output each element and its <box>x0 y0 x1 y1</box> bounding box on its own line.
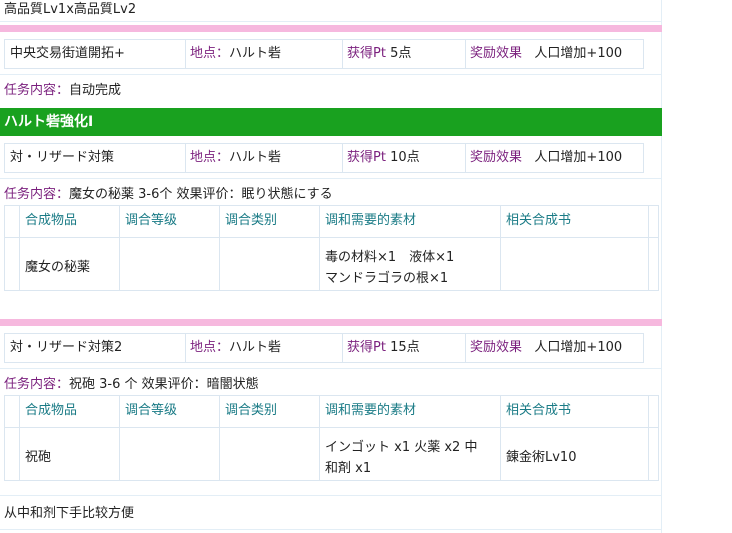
panel-border <box>661 0 662 533</box>
quest-pt: 获得Pt 10点 <box>342 144 463 172</box>
section-title: ハルト砦強化I <box>0 108 662 136</box>
quest-reward: 奖励效果 人口增加+100 <box>465 334 622 362</box>
recipe-table-2: 合成物品 调合等级 调合类别 调和需要的素材 相关合成书 祝砲 インゴット x1… <box>4 395 659 481</box>
divider <box>0 74 662 75</box>
quest-task-2: 任务内容：魔女の秘薬 3-6个 效果评价：眠り状態にする <box>4 187 333 202</box>
header-level: 调合等级 <box>125 213 178 228</box>
quest-reward: 奖励效果 人口增加+100 <box>465 40 622 68</box>
quest-name: 対・リザード対策 <box>10 150 115 165</box>
quest-location: 地点：ハルト砦 <box>185 40 340 68</box>
pink-separator <box>0 25 662 32</box>
top-text: 高品質Lv1x高品質Lv2 <box>4 2 137 17</box>
recipe-materials-line1: 毒の材料×1 液体×1 <box>325 250 455 265</box>
quest-reward: 奖励效果 人口增加+100 <box>465 144 622 172</box>
recipe-materials-line2: 和剤 x1 <box>325 461 372 476</box>
divider <box>0 529 662 530</box>
note-text: 从中和剂下手比较方便 <box>4 506 135 521</box>
pink-separator <box>0 319 662 326</box>
recipe-materials-line2: マンドラゴラの根×1 <box>325 271 449 286</box>
header-level: 调合等级 <box>125 403 178 418</box>
divider <box>0 368 662 369</box>
divider <box>0 21 662 22</box>
header-materials: 调和需要的素材 <box>325 213 417 228</box>
quest-name: 対・リザード対策2 <box>10 340 123 355</box>
quest-pt: 获得Pt 15点 <box>342 334 463 362</box>
header-book: 相关合成书 <box>506 403 572 418</box>
quest-row-2: 対・リザード対策 地点：ハルト砦 获得Pt 10点 奖励效果 人口增加+100 <box>4 143 644 173</box>
header-category: 调合类别 <box>225 403 278 418</box>
header-item: 合成物品 <box>25 213 78 228</box>
quest-task-1: 任务内容：自动完成 <box>4 83 122 98</box>
quest-location: 地点：ハルト砦 <box>185 144 340 172</box>
header-category: 调合类别 <box>225 213 278 228</box>
header-materials: 调和需要的素材 <box>325 403 417 418</box>
quest-row-1: 中央交易街道開拓+ 地点：ハルト砦 获得Pt 5点 奖励效果 人口增加+100 <box>4 39 644 69</box>
quest-task-3: 任务内容：祝砲 3-6 个 效果评价：暗闇状態 <box>4 377 259 392</box>
recipe-book: 錬金術Lv10 <box>506 450 577 465</box>
quest-name: 中央交易街道開拓+ <box>10 46 125 61</box>
header-item: 合成物品 <box>25 403 78 418</box>
divider <box>0 178 662 179</box>
quest-location: 地点：ハルト砦 <box>185 334 340 362</box>
divider <box>0 495 662 496</box>
recipe-item: 魔女の秘薬 <box>25 260 91 275</box>
quest-pt: 获得Pt 5点 <box>342 40 463 68</box>
quest-row-3: 対・リザード対策2 地点：ハルト砦 获得Pt 15点 奖励效果 人口增加+100 <box>4 333 644 363</box>
content-panel: 高品質Lv1x高品質Lv2 中央交易街道開拓+ 地点：ハルト砦 获得Pt 5点 … <box>0 0 662 533</box>
recipe-table-1: 合成物品 调合等级 调合类别 调和需要的素材 相关合成书 魔女の秘薬 毒の材料×… <box>4 205 659 291</box>
recipe-materials-line1: インゴット x1 火薬 x2 中 <box>325 440 478 455</box>
header-book: 相关合成书 <box>506 213 572 228</box>
recipe-item: 祝砲 <box>25 450 52 465</box>
